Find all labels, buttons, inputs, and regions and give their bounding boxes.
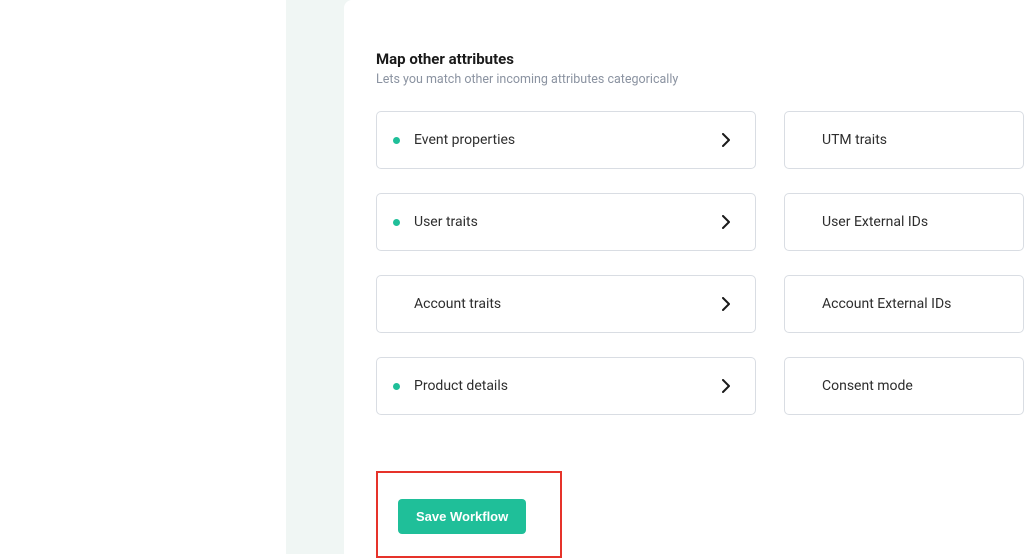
status-dot-placeholder	[801, 301, 808, 308]
attr-card-user-traits[interactable]: User traits	[376, 193, 756, 251]
attr-label: Account External IDs	[822, 296, 1003, 312]
attr-card-consent-mode[interactable]: Consent mode	[784, 357, 1024, 415]
content-background: Map other attributes Lets you match othe…	[286, 0, 1024, 554]
attr-card-utm-traits[interactable]: UTM traits	[784, 111, 1024, 169]
status-dot-icon	[393, 219, 400, 226]
attr-label: Product details	[414, 378, 717, 394]
attributes-column-right: UTM traits User External IDs Account Ext…	[784, 111, 1024, 415]
attr-label: User External IDs	[822, 214, 1003, 230]
attr-label: Account traits	[414, 296, 717, 312]
attr-label: Event properties	[414, 132, 717, 148]
save-highlight-box: Save Workflow	[376, 471, 562, 558]
attributes-column-left: Event properties User traits Account tra…	[376, 111, 756, 415]
section-subtitle: Lets you match other incoming attributes…	[376, 72, 1024, 87]
chevron-right-icon	[717, 213, 735, 231]
status-dot-placeholder	[393, 301, 400, 308]
left-panel	[0, 0, 286, 554]
main-card: Map other attributes Lets you match othe…	[344, 0, 1024, 554]
attr-card-product-details[interactable]: Product details	[376, 357, 756, 415]
chevron-right-icon	[717, 377, 735, 395]
chevron-right-icon	[717, 131, 735, 149]
attr-label: User traits	[414, 214, 717, 230]
section-title: Map other attributes	[376, 50, 1024, 68]
chevron-right-icon	[717, 295, 735, 313]
save-workflow-button[interactable]: Save Workflow	[398, 499, 526, 534]
status-dot-placeholder	[801, 383, 808, 390]
status-dot-icon	[393, 383, 400, 390]
status-dot-icon	[393, 137, 400, 144]
status-dot-placeholder	[801, 137, 808, 144]
attr-label: UTM traits	[822, 132, 1003, 148]
attr-card-account-external-ids[interactable]: Account External IDs	[784, 275, 1024, 333]
attr-card-account-traits[interactable]: Account traits	[376, 275, 756, 333]
status-dot-placeholder	[801, 219, 808, 226]
attr-card-user-external-ids[interactable]: User External IDs	[784, 193, 1024, 251]
attr-label: Consent mode	[822, 378, 1003, 394]
attr-card-event-properties[interactable]: Event properties	[376, 111, 756, 169]
attributes-grid: Event properties User traits Account tra…	[376, 111, 1024, 415]
